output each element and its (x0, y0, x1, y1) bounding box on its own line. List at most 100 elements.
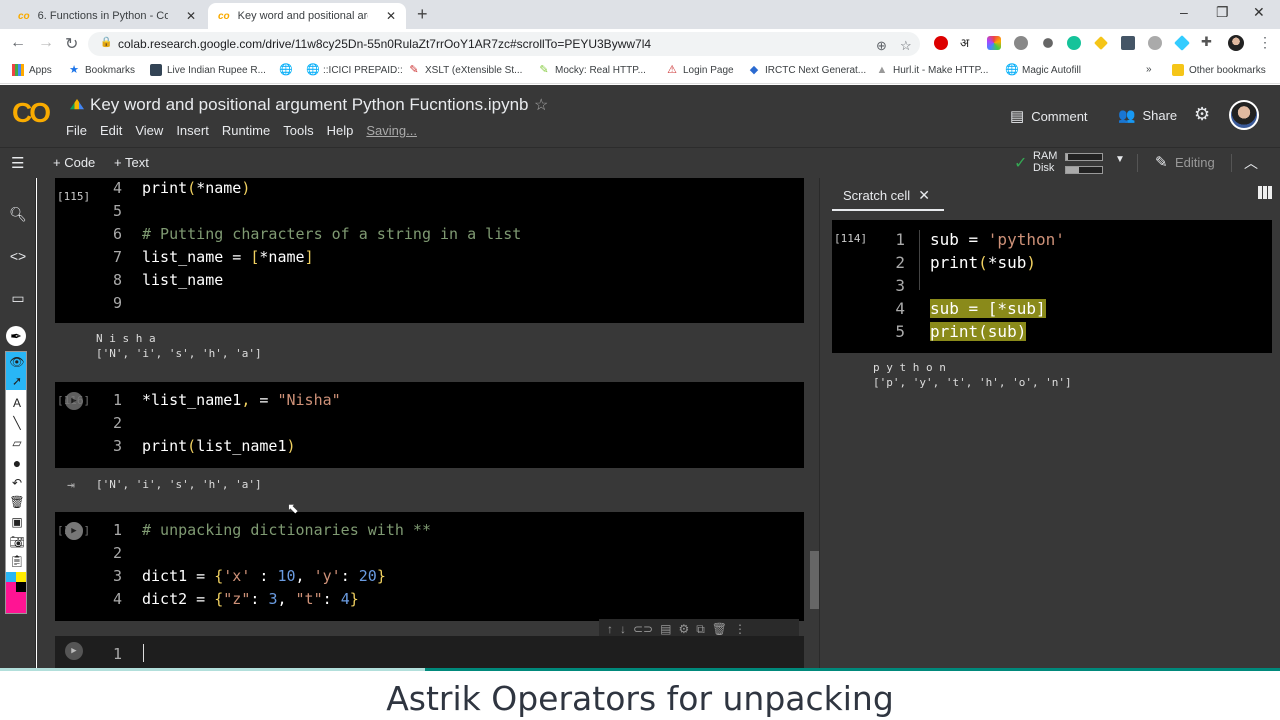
code-cell[interactable]: [115] 4 print(*name) 5 6 # Putting character… (55, 178, 804, 323)
menu-runtime[interactable]: Runtime (222, 123, 270, 138)
color-black-swatch[interactable] (16, 582, 26, 592)
highlighter-extension-icon[interactable] (1094, 36, 1108, 50)
run-cell-button[interactable]: ▶ (65, 392, 83, 410)
color-cyan-swatch[interactable] (6, 572, 16, 582)
skype-extension-icon[interactable] (1014, 36, 1028, 50)
mirror-cell-icon[interactable]: ⧉ (696, 622, 705, 637)
bookmark-apps[interactable]: Apps (12, 64, 52, 76)
bookmark-item[interactable]: ✎ Mocky: Real HTTP... (538, 64, 646, 76)
bookmark-item[interactable]: 🌐 Magic Autofill (1005, 64, 1081, 76)
undo-icon[interactable]: ↶ (8, 474, 26, 492)
layout-columns-icon[interactable] (1258, 186, 1273, 199)
other-bookmarks[interactable]: Other bookmarks (1172, 64, 1266, 76)
diamond-extension-icon[interactable] (1174, 35, 1190, 51)
close-window-button[interactable]: ✕ (1253, 4, 1265, 21)
new-tab-button[interactable]: + (417, 4, 428, 25)
menu-insert[interactable]: Insert (176, 123, 209, 138)
resource-monitor[interactable]: RAM Disk (1033, 150, 1103, 174)
bookmark-item[interactable]: 🌐 (279, 64, 293, 76)
eye-icon[interactable]: 👁 (8, 353, 26, 371)
grid-extension-icon[interactable] (1121, 36, 1135, 50)
output-redirect-icon[interactable]: ⇥ (67, 478, 75, 493)
code-snippets-icon[interactable]: <> (9, 248, 27, 264)
bookmark-item[interactable]: ✎ XSLT (eXtensible St... (408, 64, 522, 76)
forward-button[interactable]: → (38, 34, 54, 52)
pen-extension-icon[interactable]: ✒ (6, 326, 26, 346)
profile-avatar[interactable] (1228, 35, 1244, 51)
menu-file[interactable]: File (66, 123, 87, 138)
browser-tab-active[interactable]: co Key word and positional arguments ✕ (208, 3, 406, 29)
clipboard-icon[interactable]: 📋︎ (8, 552, 26, 570)
delete-icon[interactable]: 🗑︎ (712, 622, 727, 636)
grammarly-extension-icon[interactable] (1067, 36, 1081, 50)
extensions-puzzle-icon[interactable]: ✚ (1201, 34, 1215, 49)
menu-help[interactable]: Help (327, 123, 354, 138)
star-notebook-icon[interactable]: ☆ (534, 95, 548, 115)
run-cell-button[interactable]: ▶ (65, 642, 83, 660)
color-extension-icon[interactable] (987, 36, 1001, 50)
collapse-header-icon[interactable]: ︿ (1244, 153, 1258, 173)
comment-icon[interactable]: ▤ (660, 622, 671, 636)
code-cell[interactable]: [100] ▶ 1# unpacking dictionaries with *… (55, 512, 804, 621)
bookmark-item[interactable]: ▲ Hurl.it - Make HTTP... (876, 64, 989, 76)
bookmark-star-icon[interactable]: ☆ (900, 38, 912, 54)
move-up-icon[interactable]: ↑ (607, 622, 613, 636)
pointer-arrow-icon[interactable]: ➚ (8, 372, 26, 390)
files-folder-icon[interactable]: ▭ (9, 290, 27, 307)
maximize-button[interactable]: ❐ (1216, 4, 1229, 21)
url-input[interactable]: 🔒 colab.research.google.com/drive/11w8cy… (88, 32, 920, 56)
browser-tab[interactable]: co 6. Functions in Python - Colaboratory… (8, 3, 206, 29)
trash-icon[interactable]: 🗑︎ (8, 493, 26, 511)
bookmark-item[interactable]: ◆ IRCTC Next Generat... (748, 64, 866, 76)
circle-extension-icon[interactable] (1043, 38, 1053, 48)
scratch-code-cell[interactable]: [114] 1 sub = 'python' 2 print(*sub) 3 4 sub =… (832, 220, 1272, 353)
notebook-title[interactable]: Key word and positional argument Python … (70, 95, 528, 115)
close-tab-icon[interactable]: ✕ (186, 9, 196, 23)
editing-mode-button[interactable]: Editing (1175, 155, 1215, 170)
add-code-button[interactable]: + Code (53, 155, 95, 170)
table-of-contents-icon[interactable]: ☰ (11, 154, 24, 172)
bookmark-bookmarks[interactable]: ★ Bookmarks (68, 64, 135, 76)
run-cell-button[interactable]: ▶ (65, 522, 83, 540)
camera-icon[interactable]: 📷︎ (8, 533, 26, 551)
menu-edit[interactable]: Edit (100, 123, 122, 138)
more-icon[interactable]: ⋮ (734, 622, 746, 636)
bookmark-item[interactable]: 🌐::ICICI PREPAID:: (306, 64, 403, 76)
reload-button[interactable]: ↻ (65, 34, 78, 54)
scratch-cell-tab[interactable]: Scratch cell ✕ (832, 178, 944, 211)
share-button[interactable]: 👥 Share (1118, 107, 1177, 124)
link-icon[interactable]: ⊂⊃ (633, 622, 653, 636)
close-tab-icon[interactable]: ✕ (386, 9, 396, 23)
code-cell-active[interactable]: ▶ 1 (55, 636, 804, 668)
color-yellow-swatch[interactable] (16, 572, 26, 582)
bookmarks-overflow-button[interactable]: » (1146, 64, 1152, 75)
brush-dot-icon[interactable]: ● (8, 454, 26, 472)
colab-logo[interactable]: CO (12, 97, 51, 129)
hindi-extension-icon[interactable]: अ (960, 34, 974, 50)
code-cell[interactable]: [116] ▶ 1*list_name1, = "Nisha"23print(l… (55, 382, 804, 468)
search-icon[interactable]: 🔍︎ (9, 206, 27, 223)
menu-view[interactable]: View (135, 123, 163, 138)
close-scratch-icon[interactable]: ✕ (918, 187, 930, 203)
disabled-extension-icon[interactable] (1148, 36, 1162, 50)
menu-tools[interactable]: Tools (283, 123, 313, 138)
back-button[interactable]: ← (10, 34, 26, 52)
line-tool-icon[interactable]: ╲ (8, 414, 26, 432)
saving-status[interactable]: Saving... (366, 123, 417, 138)
zoom-icon[interactable]: ⊕ (876, 38, 887, 54)
text-tool-icon[interactable]: A (8, 394, 26, 412)
settings-icon[interactable]: ⚙ (678, 622, 689, 636)
comment-button[interactable]: ▤ Comment (1010, 107, 1088, 125)
minimize-button[interactable]: – (1180, 4, 1188, 20)
user-avatar[interactable] (1229, 100, 1259, 130)
chrome-menu-icon[interactable]: ⋮ (1258, 34, 1272, 51)
resources-dropdown-icon[interactable]: ▼ (1115, 154, 1125, 165)
whiteboard-icon[interactable]: ▣ (8, 513, 26, 531)
opera-extension-icon[interactable] (934, 36, 948, 50)
move-down-icon[interactable]: ↓ (620, 622, 626, 636)
bookmark-item[interactable]: ⚠ Login Page (666, 64, 734, 76)
settings-gear-icon[interactable]: ⚙ (1194, 104, 1210, 125)
eraser-icon[interactable]: ▱ (8, 434, 26, 452)
add-text-button[interactable]: + Text (114, 155, 149, 170)
bookmark-item[interactable]: Live Indian Rupee R... (150, 64, 266, 76)
